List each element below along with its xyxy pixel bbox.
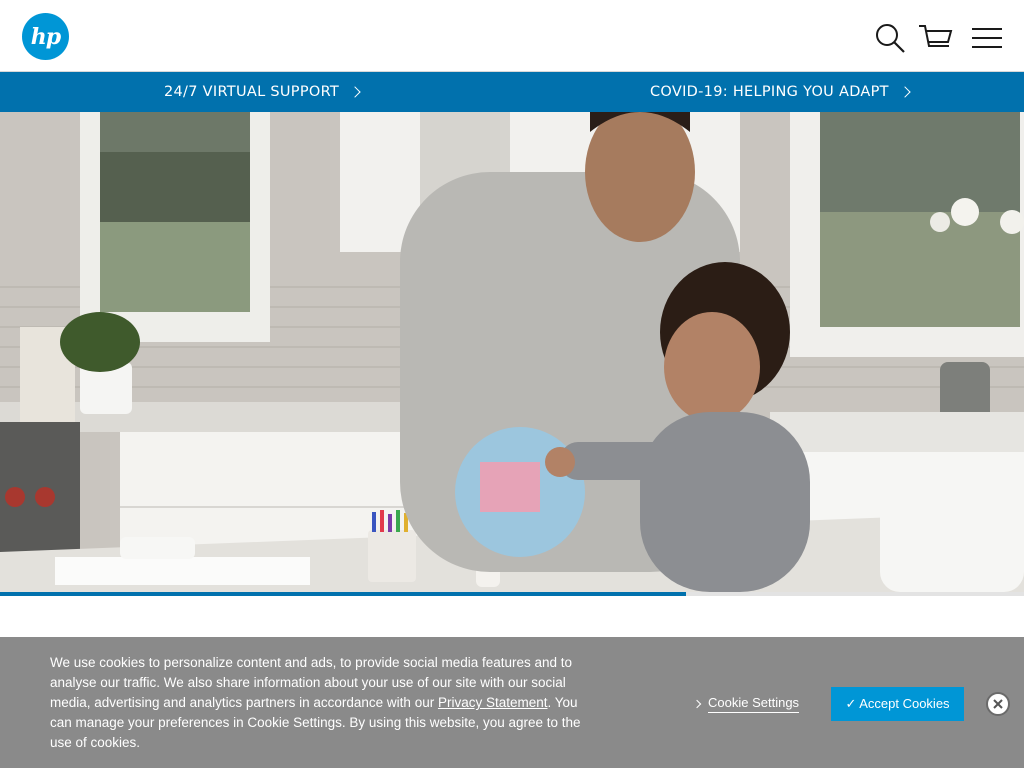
virtual-support-label: 24/7 VIRTUAL SUPPORT (164, 84, 340, 100)
virtual-support-link[interactable]: 24/7 VIRTUAL SUPPORT (164, 72, 361, 112)
chevron-right-icon (349, 86, 361, 98)
hp-logo[interactable]: hp (22, 13, 69, 60)
accept-cookies-button[interactable]: ✓ Accept Cookies (831, 687, 964, 721)
cookie-banner: We use cookies to personalize content an… (0, 637, 1024, 768)
privacy-statement-link[interactable]: Privacy Statement (438, 695, 548, 710)
close-icon[interactable] (986, 692, 1010, 716)
search-icon[interactable] (872, 20, 908, 56)
cart-icon[interactable] (918, 20, 954, 56)
site-header: hp (0, 0, 1024, 72)
hamburger-menu-icon[interactable] (969, 20, 1005, 56)
promo-banner: 24/7 VIRTUAL SUPPORT COVID-19: HELPING Y… (0, 72, 1024, 112)
chevron-right-icon (692, 699, 702, 709)
cookie-settings-link[interactable]: Cookie Settings (692, 695, 800, 713)
hero-image[interactable] (0, 112, 1024, 592)
chevron-right-icon (899, 86, 911, 98)
logo-text: hp (30, 23, 61, 50)
cookie-message: We use cookies to personalize content an… (50, 653, 590, 753)
covid-support-label: COVID-19: HELPING YOU ADAPT (650, 84, 889, 100)
carousel-progress (0, 592, 1024, 596)
covid-support-link[interactable]: COVID-19: HELPING YOU ADAPT (650, 72, 911, 112)
carousel-progress-fill (0, 592, 687, 596)
cookie-settings-label: Cookie Settings (708, 695, 800, 713)
